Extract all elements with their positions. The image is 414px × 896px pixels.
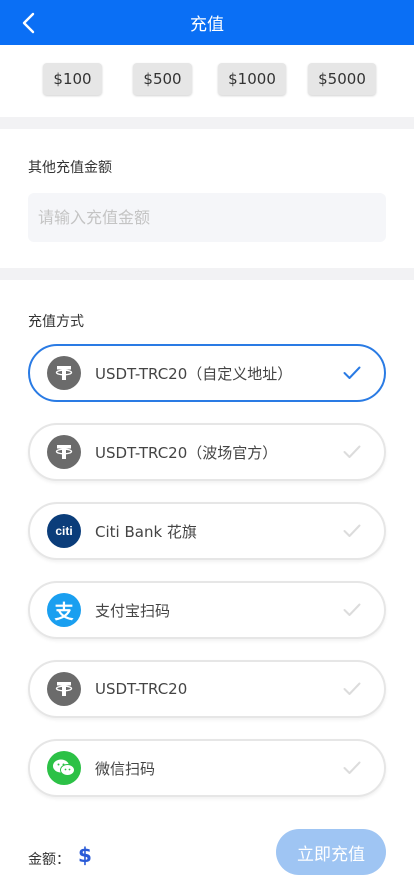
check-icon: [342, 758, 362, 778]
tether-icon: [47, 435, 81, 469]
citi-icon: citi: [47, 514, 81, 548]
payment-method-usdt[interactable]: USDT-TRC20: [28, 660, 386, 718]
tether-icon: [47, 672, 81, 706]
check-icon: [342, 442, 362, 462]
quick-amount-1000-button[interactable]: $1000: [218, 63, 286, 95]
back-button[interactable]: [8, 0, 48, 45]
currency-symbol: $: [78, 843, 92, 867]
check-icon: [342, 600, 362, 620]
tether-icon: [47, 356, 81, 390]
alipay-logo-text: 支: [54, 600, 74, 623]
payment-method-label: 充值方式: [28, 314, 84, 330]
quick-amount-500-button[interactable]: $500: [133, 63, 192, 95]
check-icon: [342, 521, 362, 541]
check-icon: [342, 363, 362, 383]
payment-method-citi[interactable]: citi Citi Bank 花旗: [28, 502, 386, 560]
total-amount-label: 金额：: [28, 852, 70, 868]
section-divider: [0, 268, 414, 280]
header-bar: 充值: [0, 0, 414, 45]
method-label: USDT-TRC20（自定义地址）: [95, 364, 293, 383]
method-label: 微信扫码: [95, 759, 156, 778]
citi-logo-text: citi: [55, 524, 73, 538]
recharge-now-button[interactable]: 立即充值: [276, 829, 386, 875]
method-label: Citi Bank 花旗: [95, 522, 197, 541]
payment-method-usdt-official[interactable]: USDT-TRC20（波场官方）: [28, 423, 386, 481]
payment-method-wechat[interactable]: 微信扫码: [28, 739, 386, 797]
quick-amount-5000-button[interactable]: $5000: [308, 63, 376, 95]
amount-input[interactable]: [38, 208, 386, 227]
section-divider: [0, 117, 414, 129]
method-label: 支付宝扫码: [95, 601, 171, 620]
payment-method-alipay[interactable]: 支 支付宝扫码: [28, 581, 386, 639]
method-label: USDT-TRC20（波场官方）: [95, 443, 278, 462]
amount-input-container: [28, 193, 386, 242]
wechat-icon: [47, 751, 81, 785]
quick-amount-100-button[interactable]: $100: [43, 63, 102, 95]
alipay-icon: 支: [47, 593, 81, 627]
page-title: 充值: [190, 15, 224, 35]
chevron-left-icon: [22, 12, 35, 33]
payment-method-usdt-custom[interactable]: USDT-TRC20（自定义地址）: [28, 344, 386, 402]
check-icon: [342, 679, 362, 699]
quick-amount-row: $100 $500 $1000 $5000: [0, 45, 414, 117]
method-label: USDT-TRC20: [95, 680, 188, 698]
other-amount-label: 其他充值金额: [28, 160, 112, 176]
